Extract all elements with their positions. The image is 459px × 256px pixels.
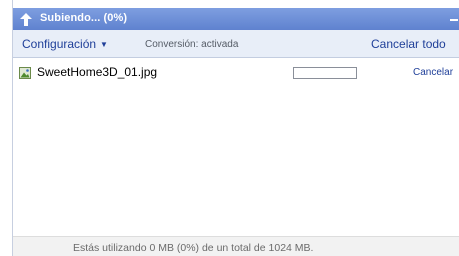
- conversion-status: Conversión: activada: [145, 39, 239, 50]
- cancel-upload-link[interactable]: Cancelar: [413, 67, 453, 78]
- storage-quota-text: Estás utilizando 0 MB (0%) de un total d…: [73, 242, 314, 254]
- list-item: SweetHome3D_01.jpg Cancelar: [13, 64, 459, 82]
- upload-arrow-icon: [20, 13, 32, 26]
- chevron-down-icon: ▼: [100, 40, 108, 49]
- cancel-all-link[interactable]: Cancelar todo: [371, 37, 446, 51]
- upload-toolbar: Configuración ▼ Conversión: activada Canc…: [13, 30, 459, 58]
- file-name: SweetHome3D_01.jpg: [37, 65, 158, 79]
- storage-quota-bar: Estás utilizando 0 MB (0%) de un total d…: [13, 236, 459, 256]
- upload-title: Subiendo... (0%): [40, 12, 128, 24]
- configuration-label: Configuración: [22, 37, 97, 51]
- configuration-menu[interactable]: Configuración ▼: [22, 37, 108, 51]
- image-file-icon: [19, 67, 31, 79]
- upload-file-list: SweetHome3D_01.jpg Cancelar: [13, 58, 459, 236]
- upload-titlebar[interactable]: Subiendo... (0%): [13, 8, 459, 30]
- upload-window: Subiendo... (0%) Configuración ▼ Conversi…: [12, 0, 459, 256]
- minimize-icon[interactable]: [450, 19, 458, 21]
- upload-progress-bar: [293, 67, 357, 79]
